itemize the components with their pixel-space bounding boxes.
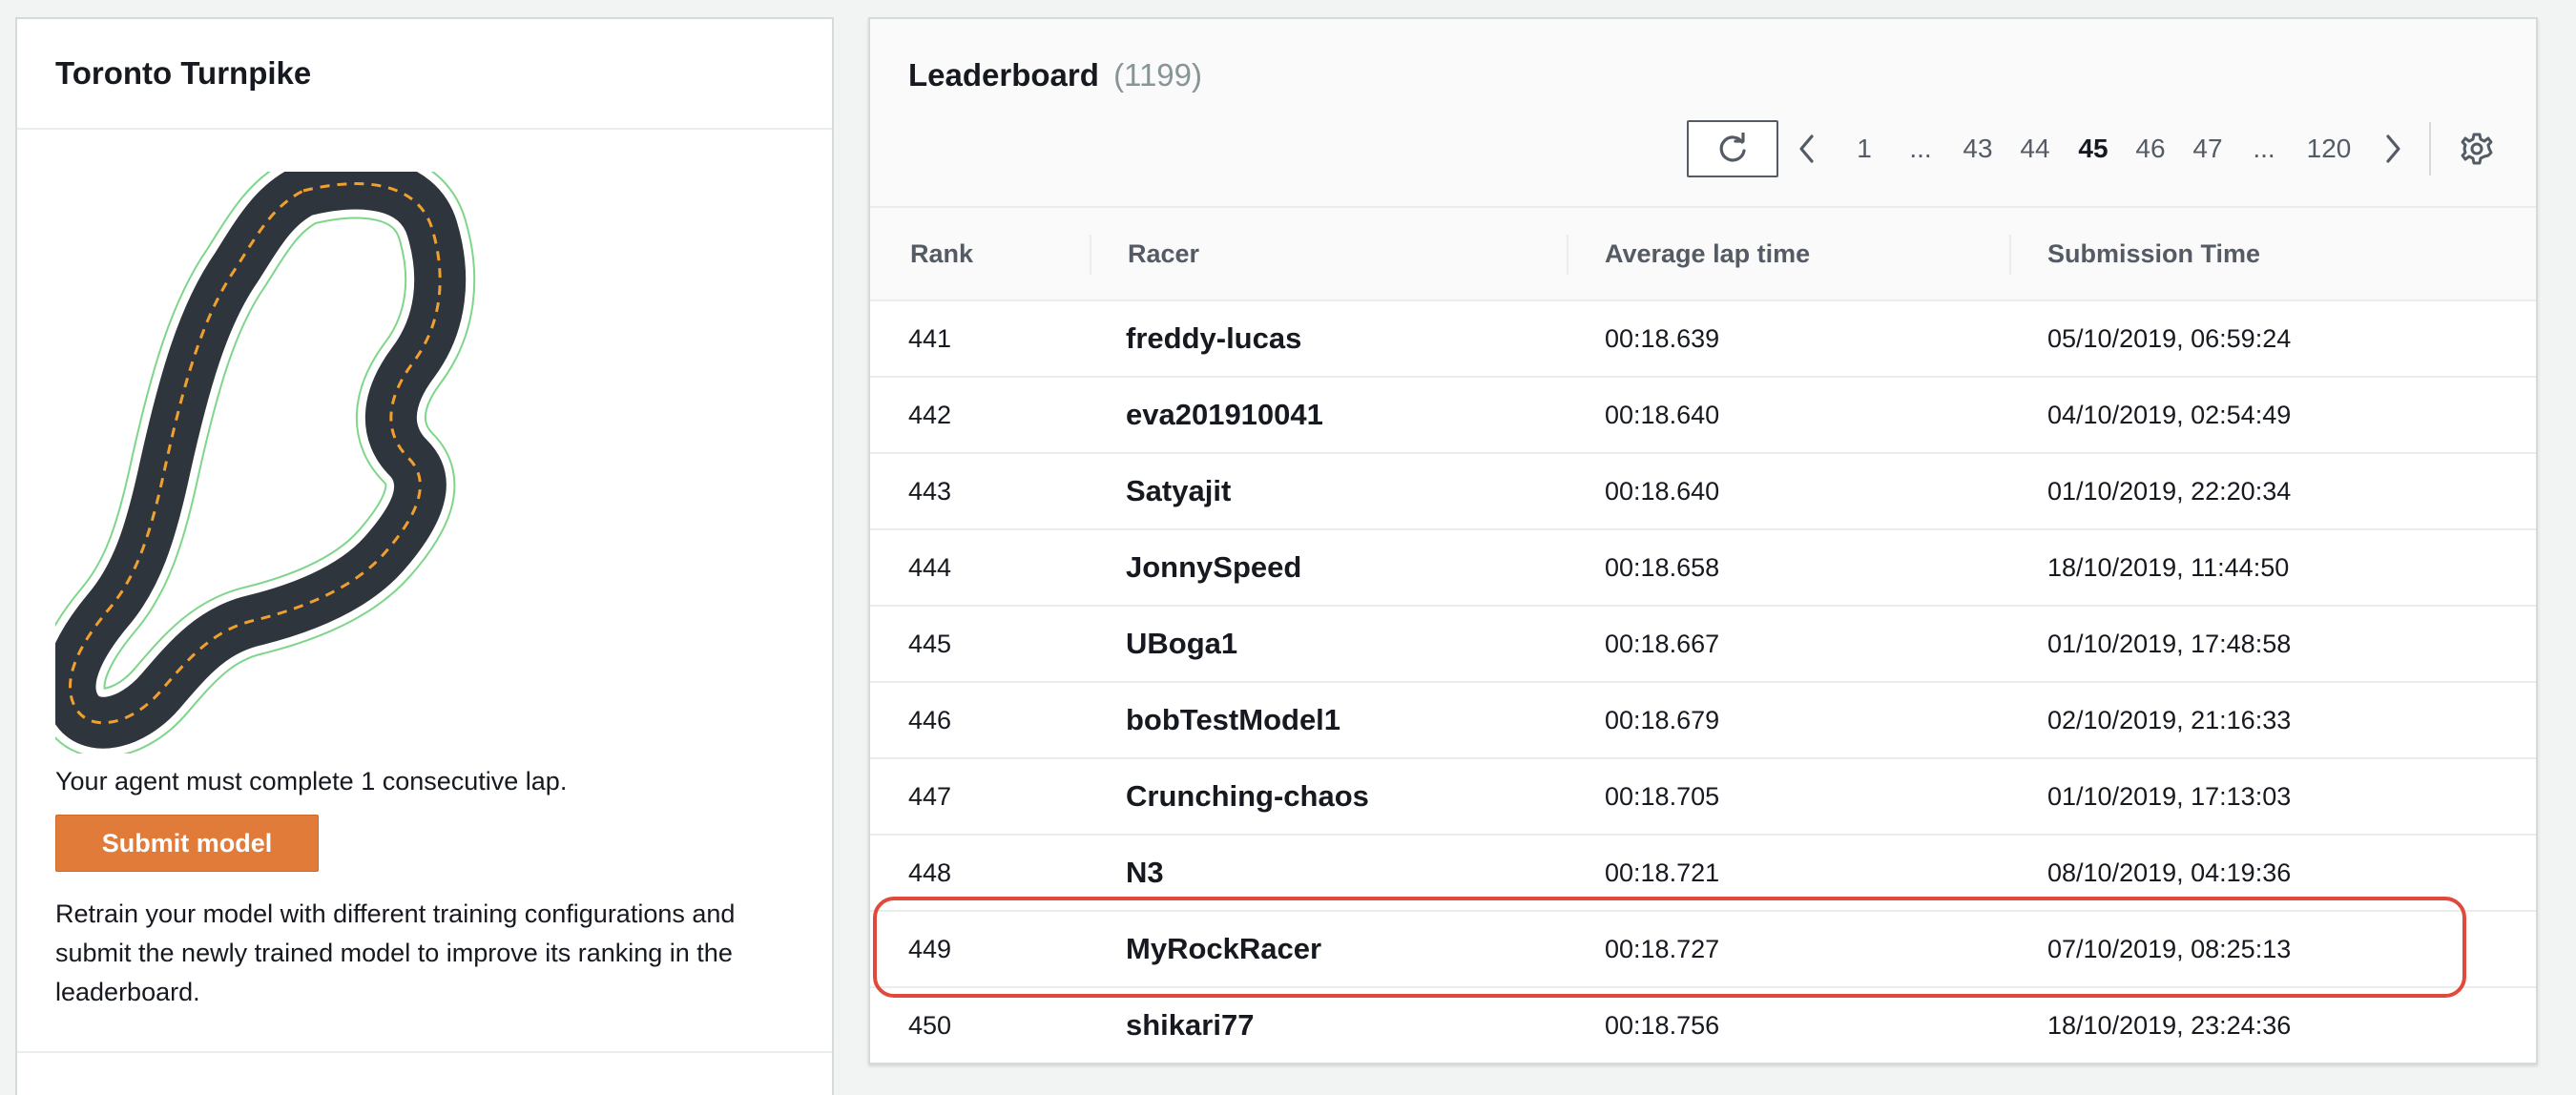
rank-cell: 442 (908, 400, 952, 429)
page-43[interactable]: 43 (1963, 120, 1992, 177)
page-46[interactable]: 46 (2135, 120, 2165, 177)
column-header-racer[interactable]: Racer (1128, 208, 1199, 300)
table-row[interactable]: 446 bobTestModel1 00:18.679 02/10/2019, … (870, 683, 2536, 759)
racer-cell: UBoga1 (1126, 627, 1238, 660)
avg-lap-cell: 00:18.721 (1605, 857, 1720, 887)
table-row[interactable]: 445 UBoga1 00:18.667 01/10/2019, 17:48:5… (870, 607, 2536, 683)
rank-cell: 443 (908, 476, 952, 506)
rank-cell: 446 (908, 705, 952, 734)
leaderboard-count: (1199) (1113, 57, 1203, 93)
track-map (34, 148, 551, 758)
rank-cell: 448 (908, 857, 952, 887)
column-divider (1567, 235, 1568, 275)
page-44[interactable]: 44 (2020, 120, 2049, 177)
track-panel-header: Toronto Turnpike (17, 19, 832, 130)
track-map-graphic (34, 148, 476, 758)
gear-icon (2461, 133, 2493, 165)
table-row[interactable]: 443 Satyajit 00:18.640 01/10/2019, 22:20… (870, 454, 2536, 530)
table-row[interactable]: 448 N3 00:18.721 08/10/2019, 04:19:36 (870, 836, 2536, 912)
avg-lap-cell: 00:18.640 (1605, 400, 1720, 429)
racer-cell: JonnySpeed (1126, 550, 1302, 584)
avg-lap-cell: 00:18.727 (1605, 934, 1720, 963)
column-divider (2009, 235, 2011, 275)
page-ellipsis: ... (1909, 134, 1932, 163)
page-120[interactable]: 120 (2307, 120, 2352, 177)
submission-time-cell: 04/10/2019, 02:54:49 (2047, 400, 2292, 429)
chevron-left-icon (1799, 134, 1814, 163)
page-47[interactable]: 47 (2192, 120, 2222, 177)
submission-time-cell: 01/10/2019, 17:13:03 (2047, 781, 2292, 811)
racer-cell: shikari77 (1126, 1008, 1255, 1042)
leaderboard-title-text: Leaderboard (908, 57, 1099, 93)
submission-time-cell: 18/10/2019, 23:24:36 (2047, 1010, 2292, 1040)
leaderboard-panel: Leaderboard (1199) 1 ... 43 44 45 46 47 … (868, 17, 2538, 1064)
rank-cell: 449 (908, 934, 952, 963)
racer-cell: bobTestModel1 (1126, 703, 1341, 736)
rank-cell: 444 (908, 552, 952, 582)
table-row[interactable]: 450 shikari77 00:18.756 18/10/2019, 23:2… (870, 988, 2536, 1063)
avg-lap-cell: 00:18.667 (1605, 629, 1720, 658)
pagination: 1 ... 43 44 45 46 47 ... 120 (870, 120, 2536, 177)
column-divider (1090, 235, 1091, 275)
table-header: Rank Racer Average lap time Submission T… (870, 208, 2536, 301)
avg-lap-cell: 00:18.756 (1605, 1010, 1720, 1040)
racer-cell: eva201910041 (1126, 398, 1323, 431)
avg-lap-cell: 00:18.705 (1605, 781, 1720, 811)
page-45-current[interactable]: 45 (2078, 120, 2108, 177)
pagination-prev-button[interactable] (1797, 120, 1818, 177)
submit-model-button[interactable]: Submit model (55, 815, 319, 872)
track-title: Toronto Turnpike (55, 55, 312, 91)
pagination-next-button[interactable] (2382, 120, 2403, 177)
submission-time-cell: 01/10/2019, 17:48:58 (2047, 629, 2292, 658)
submission-time-cell: 08/10/2019, 04:19:36 (2047, 857, 2292, 887)
rank-cell: 447 (908, 781, 952, 811)
panel-divider (17, 1051, 832, 1053)
table-row[interactable]: 444 JonnySpeed 00:18.658 18/10/2019, 11:… (870, 530, 2536, 607)
lap-requirement-text: Your agent must complete 1 consecutive l… (55, 767, 568, 795)
table-row[interactable]: 447 Crunching-chaos 00:18.705 01/10/2019… (870, 759, 2536, 836)
page-1[interactable]: 1 (1857, 120, 1872, 177)
submission-time-cell: 18/10/2019, 11:44:50 (2047, 552, 2290, 582)
avg-lap-cell: 00:18.658 (1605, 552, 1720, 582)
table-row[interactable]: 442 eva201910041 00:18.640 04/10/2019, 0… (870, 378, 2536, 454)
racer-cell: freddy-lucas (1126, 321, 1302, 355)
racer-cell: N3 (1126, 856, 1164, 889)
table-row-highlighted[interactable]: 449 MyRockRacer 00:18.727 07/10/2019, 08… (870, 912, 2536, 988)
submission-time-cell: 07/10/2019, 08:25:13 (2047, 934, 2292, 963)
pagination-divider (2429, 122, 2431, 176)
rank-cell: 445 (908, 629, 952, 658)
leaderboard-title: Leaderboard (1199) (908, 57, 1202, 93)
avg-lap-cell: 00:18.640 (1605, 476, 1720, 506)
rank-cell: 450 (908, 1010, 952, 1040)
column-header-average-lap-time[interactable]: Average lap time (1605, 208, 1810, 300)
rank-cell: 441 (908, 323, 952, 353)
table-body: 441 freddy-lucas 00:18.639 05/10/2019, 0… (870, 301, 2536, 1063)
leaderboard-header: Leaderboard (1199) 1 ... 43 44 45 46 47 … (870, 19, 2536, 208)
retrain-help-text: Retrain your model with different traini… (55, 899, 736, 1006)
submission-time-cell: 02/10/2019, 21:16:33 (2047, 705, 2292, 734)
page-ellipsis: ... (2253, 134, 2275, 163)
table-row[interactable]: 441 freddy-lucas 00:18.639 05/10/2019, 0… (870, 301, 2536, 378)
racer-cell: Satyajit (1126, 474, 1232, 507)
avg-lap-cell: 00:18.639 (1605, 323, 1720, 353)
racer-cell: Crunching-chaos (1126, 779, 1369, 813)
column-header-rank[interactable]: Rank (910, 208, 973, 300)
avg-lap-cell: 00:18.679 (1605, 705, 1720, 734)
submission-time-cell: 05/10/2019, 06:59:24 (2047, 323, 2292, 353)
track-panel: Toronto Turnpike Your agent must complet… (15, 17, 834, 1095)
racer-cell: MyRockRacer (1126, 932, 1322, 965)
settings-button[interactable] (2458, 130, 2496, 168)
column-header-submission-time[interactable]: Submission Time (2047, 208, 2260, 300)
submission-time-cell: 01/10/2019, 22:20:34 (2047, 476, 2292, 506)
chevron-right-icon (2386, 134, 2400, 163)
